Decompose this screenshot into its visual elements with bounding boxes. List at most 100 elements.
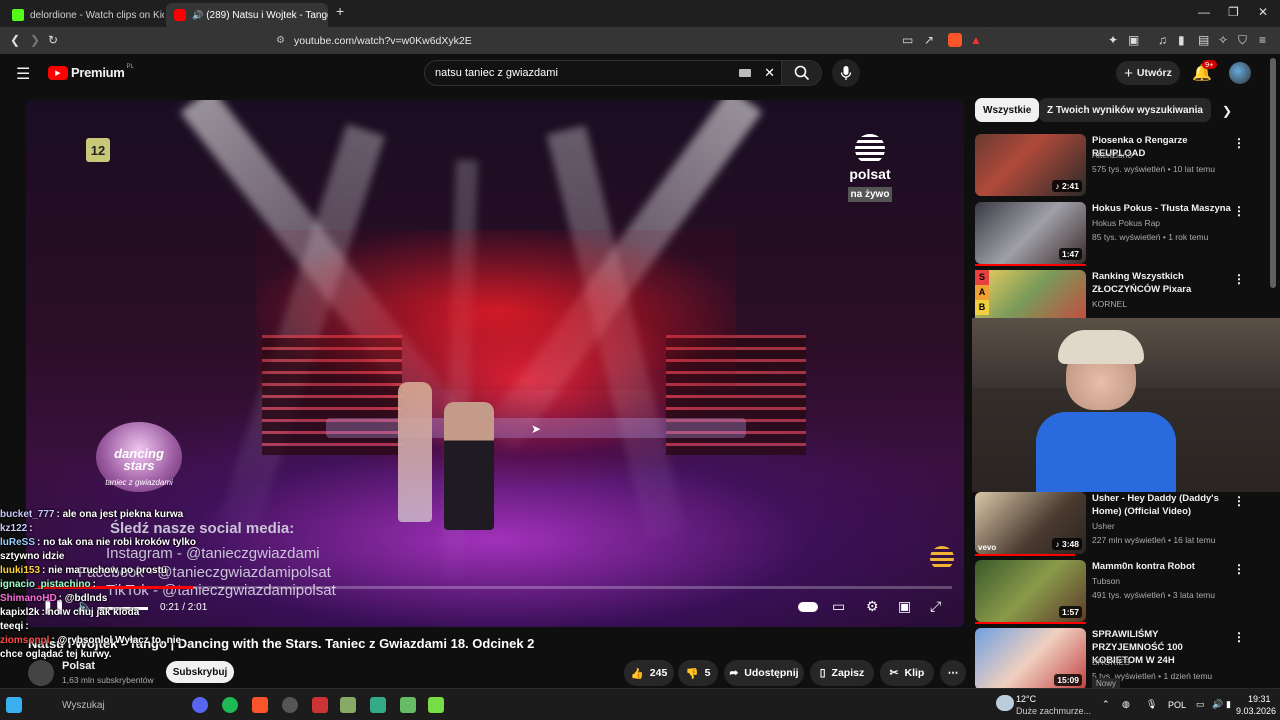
channel-avatar[interactable] bbox=[28, 660, 54, 686]
chat-username[interactable]: kapixl2k bbox=[0, 607, 39, 618]
channel-name[interactable]: Usher bbox=[1092, 521, 1115, 531]
rewards-icon[interactable]: ▲ bbox=[970, 33, 982, 47]
settings-gear-icon[interactable]: ⚙ bbox=[866, 598, 879, 615]
tray-app-icon[interactable]: ◍ bbox=[1122, 699, 1130, 710]
taskbar-search[interactable]: Wyszukaj bbox=[62, 700, 105, 711]
keyboard-icon[interactable] bbox=[739, 69, 751, 77]
chip-all[interactable]: Wszystkie bbox=[975, 98, 1040, 122]
recommended-video[interactable]: 1:57 Mamm0n kontra Robot Tubson 491 tys. wy… bbox=[975, 560, 1245, 624]
weather-temp[interactable]: 12°C bbox=[1016, 694, 1036, 704]
windows-start-icon[interactable] bbox=[6, 697, 22, 713]
new-tab-button[interactable]: + bbox=[336, 3, 344, 19]
spotify-icon[interactable] bbox=[222, 697, 238, 713]
language-indicator[interactable]: POL bbox=[1168, 700, 1186, 710]
site-info-icon[interactable]: ⚙ bbox=[276, 35, 285, 46]
share-icon[interactable]: ↗ bbox=[924, 33, 934, 47]
recommended-video[interactable]: 15:09 SPRAWILIŚMY PRZYJEMNOŚĆ 100 KOBIETO… bbox=[975, 628, 1245, 690]
chip-from-search[interactable]: Z Twoich wyników wyszukiwania bbox=[1039, 98, 1211, 122]
dislike-button[interactable]: 👎 5 bbox=[678, 660, 718, 686]
chat-username[interactable]: luReSS bbox=[0, 537, 35, 548]
chat-username[interactable]: ignacio_pistachino bbox=[0, 579, 91, 590]
channel-name[interactable]: Tubson bbox=[1092, 576, 1120, 586]
brave-shield-icon[interactable] bbox=[948, 33, 962, 47]
subtitles-icon[interactable]: ▭ bbox=[832, 598, 845, 615]
share-button[interactable]: ➦ Udostępnij bbox=[724, 660, 804, 686]
battery-icon[interactable]: ▮ bbox=[1226, 699, 1231, 710]
extensions-icon[interactable]: ✦ bbox=[1108, 33, 1118, 47]
more-vertical-icon[interactable]: ⋮ bbox=[1233, 136, 1245, 150]
clip-button[interactable]: ✂ Klip bbox=[880, 660, 934, 686]
clock-date[interactable]: 9.03.2026 bbox=[1236, 706, 1276, 716]
create-button[interactable]: + Utwórz bbox=[1116, 61, 1180, 85]
channel-name[interactable]: BROKIES bbox=[1092, 657, 1130, 667]
save-button[interactable]: ▯ Zapisz bbox=[810, 660, 874, 686]
close-window-button[interactable]: ✕ bbox=[1258, 5, 1268, 19]
microphone-tray-icon[interactable]: 🎙 bbox=[1146, 699, 1157, 710]
tab-youtube[interactable]: 🔊 (289) Natsu i Wojtek - Tango ✕ bbox=[166, 3, 328, 27]
vpn-icon[interactable]: ⛉ bbox=[1238, 33, 1247, 48]
tab-kick[interactable]: delordione - Watch clips on Kick bbox=[4, 3, 164, 27]
clear-search-icon[interactable]: ✕ bbox=[764, 65, 775, 81]
recommended-video[interactable]: ♪ 2:41 Piosenka o Rengarze REUPLOAD Attenz… bbox=[975, 134, 1245, 196]
video-title[interactable]: Hokus Pokus - Tłusta Maszyna bbox=[1092, 202, 1232, 215]
forward-icon[interactable]: ❯ bbox=[30, 33, 40, 47]
more-vertical-icon[interactable]: ⋮ bbox=[1233, 272, 1245, 286]
chat-username[interactable]: luuki153 bbox=[0, 565, 40, 576]
brave-icon[interactable] bbox=[252, 697, 268, 713]
obs-icon[interactable] bbox=[282, 697, 298, 713]
video-title[interactable]: Usher - Hey Daddy (Daddy's Home) (Offici… bbox=[1092, 492, 1232, 518]
clock-time[interactable]: 19:31 bbox=[1248, 694, 1271, 704]
chat-username[interactable]: bucket_777 bbox=[0, 509, 54, 520]
recommended-video[interactable]: ♪ 3:48 Usher - Hey Daddy (Daddy's Home) (… bbox=[975, 492, 1245, 556]
recommended-video[interactable]: 1:47 Hokus Pokus - Tłusta Maszyna Hokus Po… bbox=[975, 202, 1245, 266]
discord-icon[interactable] bbox=[192, 697, 208, 713]
notifications-button[interactable]: 🔔 9+ bbox=[1192, 60, 1217, 83]
restore-button[interactable]: ❐ bbox=[1228, 5, 1239, 19]
youtube-logo[interactable]: ▶ Premium PL bbox=[48, 64, 134, 80]
wallet-icon[interactable]: ▤ bbox=[1198, 33, 1209, 47]
more-vertical-icon[interactable]: ⋮ bbox=[1233, 204, 1245, 218]
tray-expand-icon[interactable]: ⌃ bbox=[1102, 699, 1110, 710]
media-icon[interactable]: ♫ bbox=[1158, 33, 1167, 47]
more-vertical-icon[interactable]: ⋮ bbox=[1233, 494, 1245, 508]
app-icon[interactable] bbox=[340, 697, 356, 713]
address-bar[interactable]: ⚙ youtube.com/watch?v=w0Kw6dXyk2E bbox=[244, 29, 990, 52]
channel-name[interactable]: Attenzion3 bbox=[1092, 150, 1132, 160]
more-vertical-icon[interactable]: ⋮ bbox=[1233, 630, 1245, 644]
miniplayer-icon[interactable]: ▣ bbox=[898, 598, 911, 615]
video-thumbnail[interactable] bbox=[975, 270, 1086, 318]
hamburger-menu-icon[interactable]: ☰ bbox=[16, 64, 30, 84]
menu-icon[interactable]: ≡ bbox=[1259, 33, 1266, 47]
more-vertical-icon[interactable]: ⋮ bbox=[1233, 562, 1245, 576]
search-button[interactable] bbox=[782, 60, 822, 86]
voice-search-button[interactable] bbox=[832, 59, 860, 87]
sidebar-icon[interactable]: ▮ bbox=[1178, 33, 1185, 47]
autoplay-toggle[interactable] bbox=[798, 602, 818, 612]
cast-icon[interactable]: ▭ bbox=[902, 33, 913, 47]
video-title[interactable]: Mamm0n kontra Robot bbox=[1092, 560, 1232, 573]
app-icon[interactable] bbox=[312, 697, 328, 713]
subscribe-button[interactable]: Subskrybuj bbox=[166, 661, 234, 683]
page-scrollbar[interactable] bbox=[1270, 58, 1276, 288]
minecraft-icon[interactable] bbox=[428, 697, 444, 713]
avatar[interactable] bbox=[1229, 62, 1251, 84]
reload-icon[interactable]: ↻ bbox=[48, 33, 58, 47]
channel-name[interactable]: KORNEL bbox=[1092, 299, 1127, 309]
chat-username[interactable]: ShimanoHD bbox=[0, 593, 57, 604]
leo-ai-icon[interactable]: ✧ bbox=[1218, 33, 1228, 47]
app-icon[interactable] bbox=[370, 697, 386, 713]
chips-next-icon[interactable]: ❯ bbox=[1222, 104, 1232, 118]
video-title[interactable]: Ranking Wszystkich ZŁOCZYŃCÓW Pixara bbox=[1092, 270, 1232, 318]
chat-username[interactable]: teeqi bbox=[0, 621, 23, 632]
app-icon[interactable] bbox=[400, 697, 416, 713]
back-icon[interactable]: ❮ bbox=[10, 33, 20, 47]
like-button[interactable]: 👍 245 bbox=[624, 660, 674, 686]
weather-desc[interactable]: Duże zachmurze... bbox=[1016, 706, 1091, 716]
more-actions-button[interactable]: ⋯ bbox=[940, 660, 966, 686]
chat-username[interactable]: kz122 bbox=[0, 523, 27, 534]
search-input[interactable]: natsu taniec z gwiazdami ✕ bbox=[424, 60, 782, 86]
screenshot-icon[interactable]: ▣ bbox=[1128, 33, 1139, 47]
minimize-button[interactable]: — bbox=[1198, 5, 1210, 19]
network-icon[interactable]: ▭ bbox=[1196, 699, 1205, 710]
channel-name[interactable]: Hokus Pokus Rap bbox=[1092, 218, 1160, 228]
